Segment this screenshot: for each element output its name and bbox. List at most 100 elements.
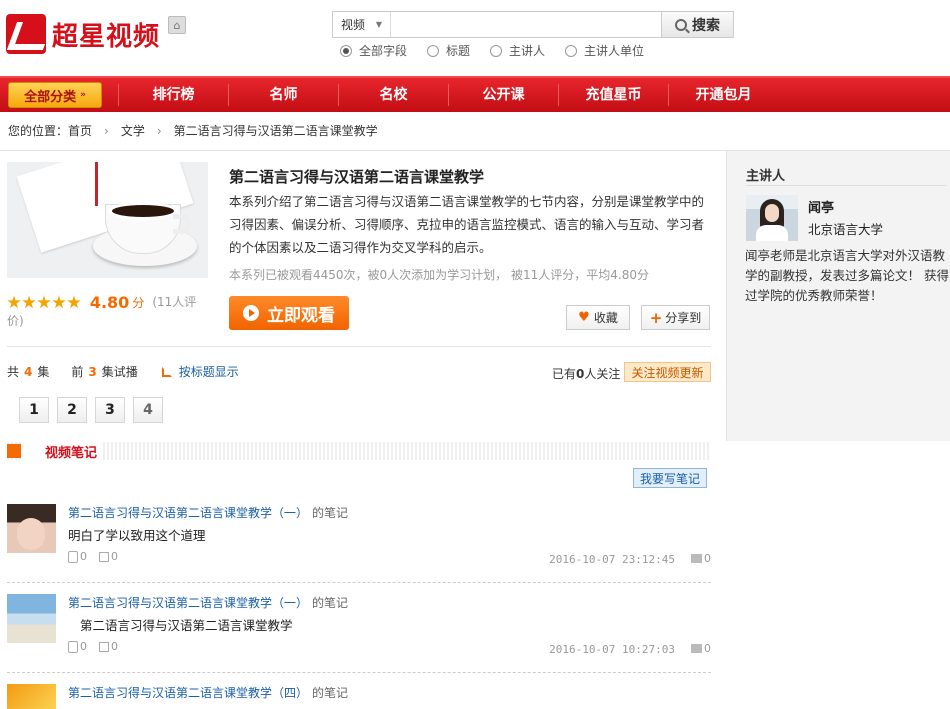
rating-stars	[7, 295, 82, 310]
by-title-label: 按标题显示	[178, 365, 239, 379]
search-button[interactable]: 搜索	[661, 12, 733, 37]
divider	[7, 672, 711, 673]
radio[interactable]	[427, 44, 440, 57]
episode-pagination: 1 2 3 4	[19, 397, 171, 423]
write-note-button[interactable]: 我要写笔记	[633, 468, 707, 488]
speaker-name[interactable]: 闻亭	[808, 197, 834, 216]
episodes-trial-prefix: 前	[71, 365, 84, 379]
star-icon	[22, 295, 36, 309]
favorite-label: 收藏	[593, 311, 618, 325]
site-logo[interactable]: 超星视频	[6, 12, 166, 56]
comment-icon	[691, 554, 702, 563]
thumbs-down-icon[interactable]	[99, 551, 109, 562]
star-icon	[37, 295, 51, 309]
external-link-icon	[161, 366, 172, 377]
page-button-current[interactable]: 4	[133, 397, 163, 423]
comment-count: 0	[704, 552, 711, 565]
watch-now-button[interactable]: 立即观看	[229, 296, 349, 330]
note-timestamp: 2016-10-07 23:12:45	[549, 553, 675, 566]
search-box: 视频 ▼ 搜索	[332, 11, 734, 38]
double-chevron-down-icon: »	[80, 90, 86, 100]
course-rating: 4.80 分 (11人评价)	[7, 293, 207, 330]
note-comments[interactable]: 0	[691, 552, 711, 565]
chevron-down-icon: ▼	[375, 20, 382, 29]
by-title-toggle[interactable]: 按标题显示	[161, 363, 239, 380]
filter-title[interactable]: 标题	[427, 42, 470, 59]
search-type-select[interactable]: 视频 ▼	[333, 12, 391, 37]
thumbnail-pen	[95, 162, 98, 206]
header: 超星视频 ⌂ 视频 ▼ 搜索 全部字段 标题 主讲人 主讲人单位	[0, 0, 950, 76]
breadcrumb-home[interactable]: 首页	[68, 122, 92, 139]
home-icon[interactable]: ⌂	[168, 16, 186, 34]
breadcrumb-category[interactable]: 文学	[121, 122, 145, 139]
page-button[interactable]: 2	[57, 397, 87, 423]
note-of: 的笔记	[312, 506, 349, 520]
course-description: 本系列介绍了第二语言习得与汉语第二语言课堂教学的七节内容，分别是课堂教学中的习得…	[229, 194, 705, 255]
list-item: 第二语言习得与汉语第二语言课堂教学（四） 的笔记	[7, 684, 711, 709]
nav-all-categories[interactable]: 全部分类 »	[8, 82, 102, 108]
episodes-total-suffix: 集	[37, 365, 50, 379]
rating-score: 4.80	[89, 292, 130, 312]
course-thumbnail[interactable]	[7, 162, 208, 278]
list-item: 第二语言习得与汉语第二语言课堂教学（一） 的笔记 第二语言习得与汉语第二语言课堂教…	[7, 594, 711, 674]
avatar-face	[17, 518, 45, 550]
follow-updates-button[interactable]: 关注视频更新	[624, 362, 711, 382]
note-comments[interactable]: 0	[691, 642, 711, 655]
speaker-photo[interactable]	[746, 195, 798, 241]
page-button[interactable]: 1	[19, 397, 49, 423]
followers-count: 已有0人关注	[552, 365, 620, 382]
filter-label: 主讲人	[509, 44, 546, 58]
avatar[interactable]	[7, 684, 56, 709]
thumbs-up-icon[interactable]	[68, 550, 78, 563]
avatar[interactable]	[7, 594, 56, 643]
like-count: 0	[80, 640, 87, 653]
share-label: 分享到	[665, 311, 702, 325]
nav-item-recharge[interactable]: 充值星币	[558, 84, 668, 106]
note-timestamp: 2016-10-07 10:27:03	[549, 643, 675, 656]
filter-speaker-org[interactable]: 主讲人单位	[565, 42, 644, 59]
breadcrumb-current: 第二语言习得与汉语第二语言课堂教学	[173, 124, 378, 138]
note-actions: 0 0	[68, 640, 118, 653]
chevron-right-icon: ›	[104, 123, 109, 138]
nav-item-ranking[interactable]: 排行榜	[118, 84, 228, 106]
radio[interactable]	[565, 44, 578, 57]
comment-count: 0	[704, 642, 711, 655]
followers-prefix: 已有	[552, 367, 577, 381]
episodes-total: 4	[24, 364, 33, 379]
note-source-link[interactable]: 第二语言习得与汉语第二语言课堂教学（四）	[68, 686, 308, 700]
search-filters: 全部字段 标题 主讲人 主讲人单位	[340, 42, 664, 59]
note-source: 第二语言习得与汉语第二语言课堂教学（四） 的笔记	[68, 684, 348, 701]
episode-summary: 共 4 集 前 3 集试播 按标题显示	[7, 363, 239, 380]
note-source-link[interactable]: 第二语言习得与汉语第二语言课堂教学（一）	[68, 506, 308, 520]
nav-item-famous-teachers[interactable]: 名师	[228, 84, 338, 106]
nav-item-open-courses[interactable]: 公开课	[448, 84, 558, 106]
favorite-button[interactable]: ♥ 收藏	[566, 305, 630, 330]
radio-checked[interactable]	[340, 44, 352, 57]
nav-all-label: 全部分类	[24, 89, 77, 105]
page-button[interactable]: 3	[95, 397, 125, 423]
rating-unit: 分	[132, 295, 145, 310]
filter-all-fields[interactable]: 全部字段	[340, 42, 407, 59]
search-input[interactable]	[391, 12, 661, 37]
speaker-org: 北京语言大学	[808, 222, 884, 237]
notes-section-header: 视频笔记	[7, 441, 711, 461]
filter-speaker[interactable]: 主讲人	[490, 42, 545, 59]
watch-now-label: 立即观看	[267, 305, 335, 326]
note-of: 的笔记	[312, 686, 349, 700]
thumbs-up-icon[interactable]	[68, 640, 78, 653]
nav-item-famous-schools[interactable]: 名校	[338, 84, 448, 106]
logo-mark-icon	[6, 14, 46, 54]
like-count: 0	[80, 550, 87, 563]
search-button-label: 搜索	[692, 17, 720, 34]
note-source: 第二语言习得与汉语第二语言课堂教学（一） 的笔记	[68, 594, 348, 611]
breadcrumb-label: 您的位置：	[8, 124, 69, 138]
note-actions: 0 0	[68, 550, 118, 563]
radio[interactable]	[490, 44, 503, 57]
note-source-link[interactable]: 第二语言习得与汉语第二语言课堂教学（一）	[68, 596, 308, 610]
section-marker-icon	[7, 444, 21, 458]
share-button[interactable]: + 分享到	[641, 305, 710, 330]
nav-item-monthly[interactable]: 开通包月	[668, 84, 778, 106]
avatar[interactable]	[7, 504, 56, 553]
course-stats: 本系列已被观看4450次，被0人次添加为学习计划， 被11人评分，平均4.80分	[229, 268, 649, 282]
thumbs-down-icon[interactable]	[99, 641, 109, 652]
